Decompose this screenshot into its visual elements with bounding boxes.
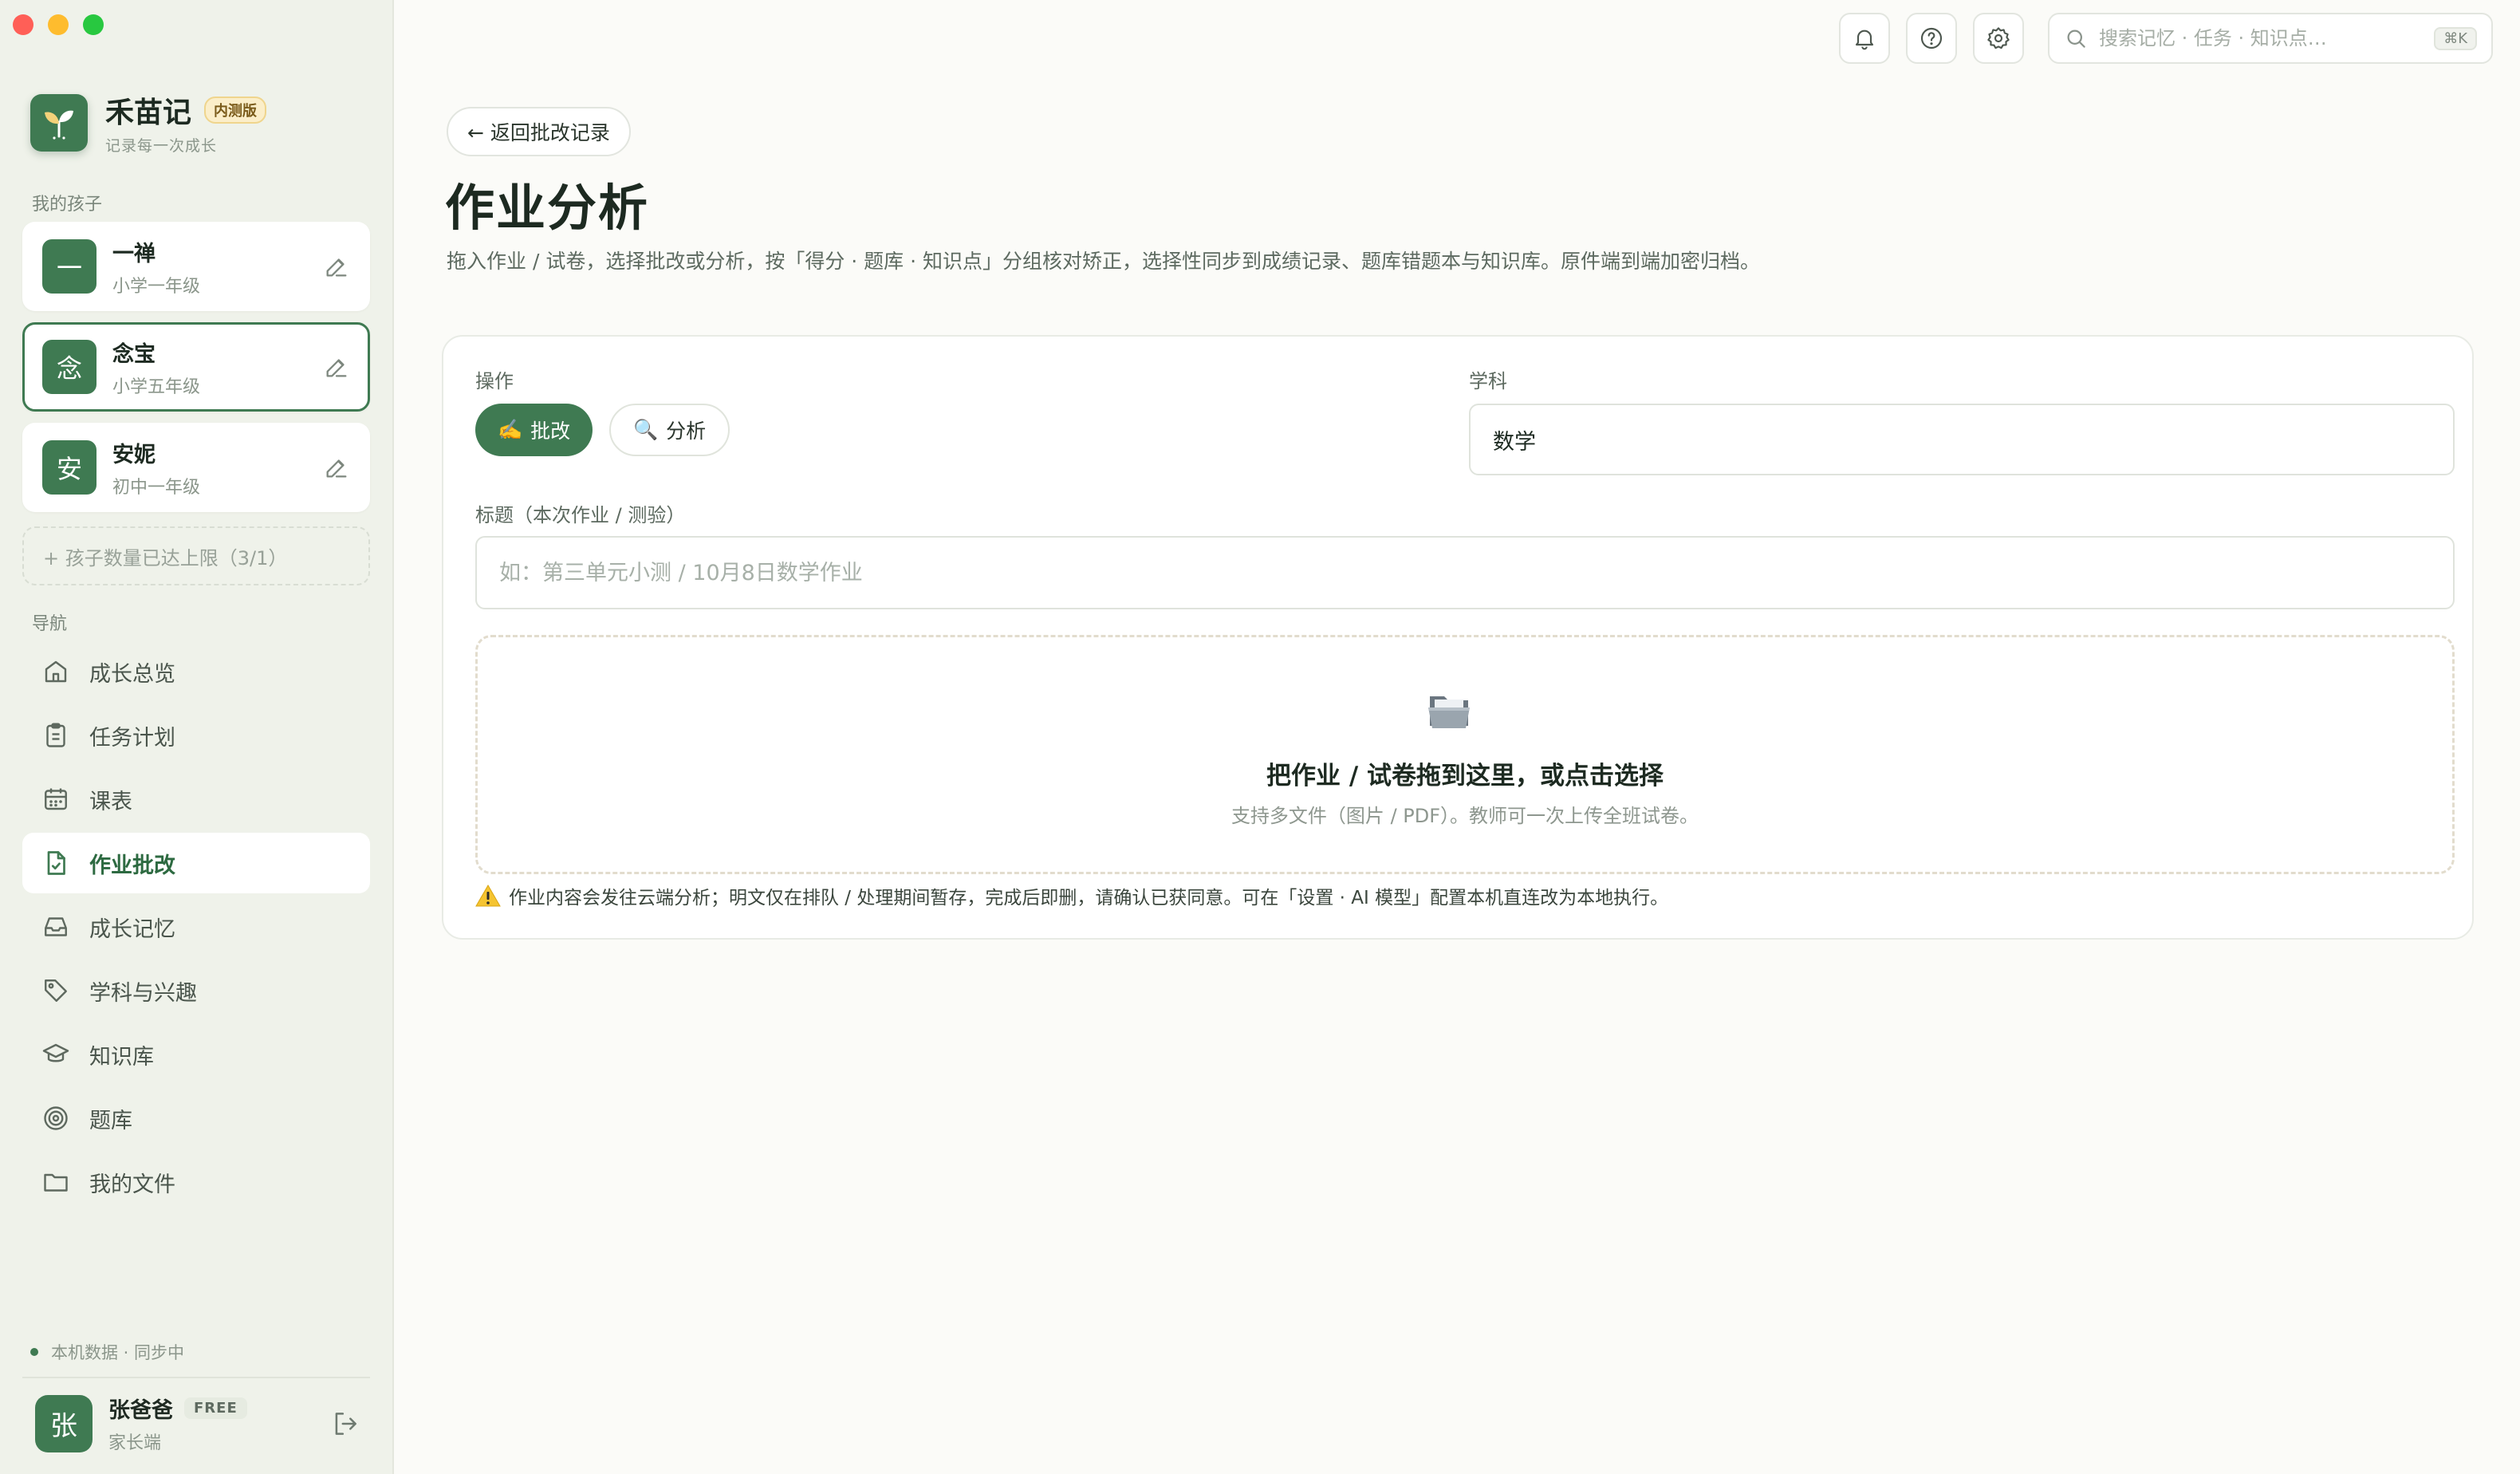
search-icon [2067,30,2085,48]
title-field-label: 标题（本次作业 / 测验） [475,504,686,526]
settings-button[interactable] [1973,13,2024,64]
homework-title-input[interactable] [475,536,2455,609]
writing-hand-icon: ✍️ [498,418,523,441]
grade-mode-button[interactable]: ✍️ 批改 [475,404,593,456]
nav-item-task-plan[interactable]: 任务计划 [22,705,370,766]
back-to-records-button[interactable]: ← 返回批改记录 [447,107,631,156]
avatar: 一 [42,239,96,294]
child-card-yichan[interactable]: 一 一禅 小学一年级 [22,222,370,311]
avatar[interactable]: 张 [35,1394,93,1452]
nav-item-growth-overview[interactable]: 成长总览 [22,641,370,702]
analyze-mode-label: 分析 [666,420,707,443]
nav-item-label: 成长记忆 [89,916,175,942]
sprout-logo-icon [30,93,88,152]
dropzone-subtitle: 支持多文件（图片 / PDF）。教师可一次上传全班试卷。 [1230,805,1699,827]
plan-badge: FREE [184,1397,247,1419]
clipboard-icon [46,723,65,747]
nav-item-label: 任务计划 [89,725,175,751]
privacy-warning-text: 作业内容会发往云端分析；明文仅在排队 / 处理期间暂存，完成后即删，请确认已获同… [509,888,1669,908]
file-dropzone[interactable]: 把作业 / 试卷拖到这里，或点击选择 支持多文件（图片 / PDF）。教师可一次… [475,635,2455,874]
brand: 禾苗记 内测版 记录每一次成长 [30,89,267,156]
window-controls [13,14,104,35]
avatar: 安 [42,440,96,495]
nav-item-my-files[interactable]: 我的文件 [22,1152,370,1212]
minimize-window-button[interactable] [48,14,69,35]
search-bar: ⌘K [2048,13,2493,64]
warning-icon [475,884,501,907]
tag-icon [45,979,67,1002]
edit-icon[interactable] [323,253,350,280]
child-grade: 小学一年级 [112,276,201,297]
nav-item-label: 学科与兴趣 [89,980,197,1006]
nav-section-label: 导航 [32,614,68,634]
shortcut-hint: ⌘K [2434,26,2477,50]
nav-item-growth-memory[interactable]: 成长记忆 [22,897,370,957]
file-check-icon [47,851,65,875]
target-icon [44,1106,68,1130]
operation-label: 操作 [475,370,514,392]
dropzone-title: 把作业 / 试卷拖到这里，或点击选择 [1266,762,1664,790]
page-title: 作业分析 [445,179,650,237]
subject-label: 学科 [1469,370,1507,392]
analyze-mode-button[interactable]: 🔍 分析 [609,404,730,456]
help-button[interactable] [1906,13,1957,64]
user-profile: 张 张爸爸 FREE 家长端 [35,1393,360,1454]
search-input[interactable] [2099,27,2435,49]
user-role: 家长端 [108,1433,162,1453]
app-tagline: 记录每一次成长 [105,137,218,155]
nav-item-label: 作业批改 [89,853,175,878]
gear-icon [1987,27,2010,49]
child-card-anni[interactable]: 安 安妮 初中一年级 [22,423,370,512]
notifications-button[interactable] [1839,13,1890,64]
child-card-nianbao[interactable]: 念 念宝 小学五年级 [22,322,370,412]
edit-icon[interactable] [323,454,350,481]
children-section-label: 我的孩子 [32,195,103,215]
grade-mode-label: 批改 [530,420,571,443]
privacy-warning: 作业内容会发往云端分析；明文仅在排队 / 处理期间暂存，完成后即删，请确认已获同… [475,882,1668,909]
maximize-window-button[interactable] [83,14,104,35]
sync-status-text: 本机数据 · 同步中 [51,1343,185,1362]
nav-item-label: 我的文件 [89,1172,175,1197]
nav-item-label: 知识库 [89,1044,154,1070]
nav-item-label: 题库 [89,1108,132,1133]
nav-item-timetable[interactable]: 课表 [22,769,370,830]
add-child-limit-button[interactable]: + 孩子数量已达上限（3/1） [22,526,370,585]
inbox-icon [45,917,67,936]
child-name: 念宝 [112,341,156,367]
subject-select[interactable]: 数学 [1469,404,2455,475]
nav-item-subjects-interests[interactable]: 学科与兴趣 [22,960,370,1021]
sync-dot-icon [30,1348,38,1356]
nav-item-homework-grading[interactable]: 作业批改 [22,833,370,893]
child-grade: 小学五年级 [112,376,201,397]
close-window-button[interactable] [13,14,33,35]
magnifier-icon: 🔍 [633,418,659,441]
page-description: 拖入作业 / 试卷，选择批改或分析，按「得分 · 题库 · 知识点」分组核对矫正… [447,250,1761,273]
nav-item-label: 课表 [89,789,132,814]
open-folder-icon [1428,696,1470,728]
sidebar: 禾苗记 内测版 记录每一次成长 我的孩子 一 一禅 小学一年级 念 念宝 小学五… [0,0,394,1474]
user-name: 张爸爸 [108,1398,173,1423]
app-name: 禾苗记 [105,96,192,129]
child-name: 一禅 [112,241,156,266]
homework-upload-panel: 操作 ✍️ 批改 🔍 分析 学科 数学 标题（本次作业 / 测验） 把作业 / … [442,335,2474,940]
help-icon [1920,27,1943,49]
nav-item-label: 成长总览 [89,661,175,687]
folder-icon [44,1173,68,1192]
beta-badge: 内测版 [204,97,267,124]
child-name: 安妮 [112,442,156,467]
sync-status: 本机数据 · 同步中 [30,1340,184,1364]
divider [22,1377,370,1378]
bell-icon [1855,30,1874,50]
edit-icon[interactable] [323,353,350,380]
nav-item-knowledge-base[interactable]: 知识库 [22,1024,370,1085]
child-grade: 初中一年级 [112,477,201,498]
graduation-cap-icon [42,1043,69,1062]
logout-icon[interactable] [330,1409,360,1439]
home-icon [45,660,67,683]
calendar-icon [45,788,67,810]
avatar: 念 [42,340,96,394]
nav-item-question-bank[interactable]: 题库 [22,1088,370,1149]
